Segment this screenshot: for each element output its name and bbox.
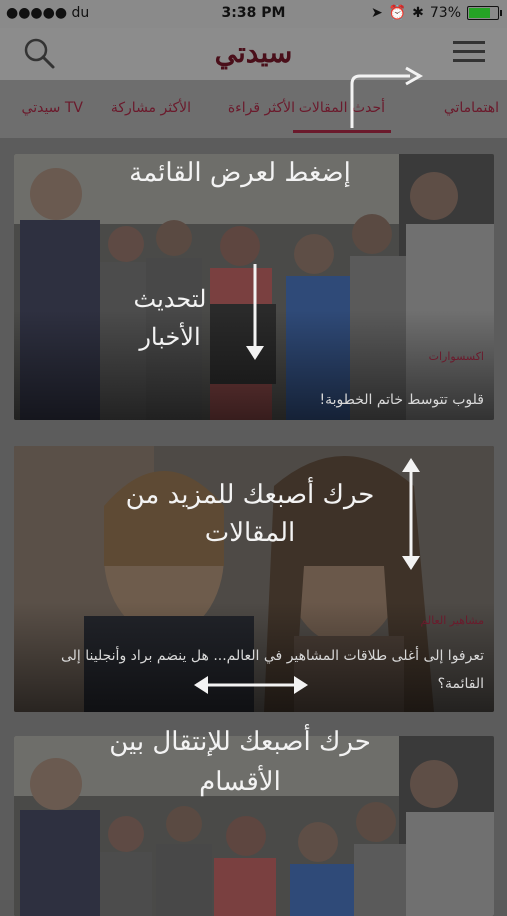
menu-hint-text: إضغط لعرض القائمة: [129, 158, 351, 188]
battery-percent: 73%: [429, 5, 461, 21]
menu-button[interactable]: [453, 41, 485, 63]
article-title[interactable]: قلوب تتوسط خاتم الخطوبة!: [26, 386, 484, 414]
refresh-hint-text: لتحديث الأخبار: [133, 285, 207, 351]
app-logo: سيدتي: [214, 36, 293, 69]
tab-most-read[interactable]: الأكثر قراءة: [228, 100, 295, 116]
swipe-hint-text: حرك أصبعك للإنتقال بين الأقسام: [109, 727, 371, 797]
scroll-hint-arrow: [402, 458, 420, 570]
refresh-hint-arrow: [246, 264, 264, 360]
nav-bar: سيدتي: [0, 28, 507, 80]
article-category: مشاهير العالم: [420, 614, 484, 627]
bluetooth-icon: ✱: [412, 5, 424, 21]
tab-sayidaty-tv[interactable]: سيدتي TV: [22, 100, 83, 116]
swipe-hint-arrow: [194, 676, 308, 694]
article-category: اكسسوارات: [428, 350, 484, 363]
location-icon: ➤: [370, 5, 383, 21]
scroll-hint-text: حرك أصبعك للمزيد من المقالات: [125, 480, 375, 548]
tab-my-interests[interactable]: اهتماماتي: [444, 100, 499, 116]
battery-icon: [467, 6, 502, 20]
hamburger-icon: [453, 41, 485, 44]
category-tabs: اهتماماتي أحدث المقالات الأكثر قراءة الأ…: [0, 80, 507, 138]
status-bar: ●●●●● du 3:38 PM ➤ ⏰ ✱ 73%: [0, 0, 507, 28]
tab-most-shared[interactable]: الأكثر مشاركة: [111, 100, 191, 116]
alarm-icon: ⏰: [388, 5, 407, 21]
menu-hint-arrow: [350, 66, 424, 128]
